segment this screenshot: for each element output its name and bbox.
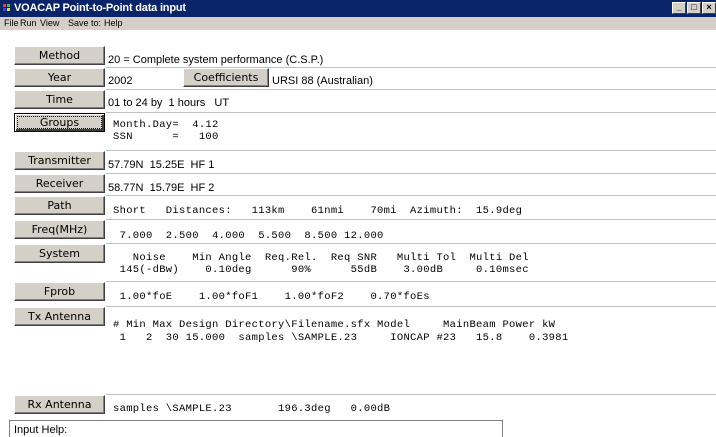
system-button-label: System xyxy=(38,247,81,260)
system-button[interactable]: System xyxy=(14,244,105,263)
transmitter-button[interactable]: Transmitter xyxy=(14,151,105,170)
time-button[interactable]: Time xyxy=(14,90,105,109)
menu-view[interactable]: View xyxy=(40,17,59,30)
tx-antenna-header: # Min Max Design Directory\Filename.sfx … xyxy=(113,319,556,331)
menu-help[interactable]: Help xyxy=(104,17,123,30)
receiver-button[interactable]: Receiver xyxy=(14,174,105,193)
menu-run[interactable]: Run xyxy=(20,17,37,30)
year-button[interactable]: Year xyxy=(14,68,105,87)
tx-antenna-button-label: Tx Antenna xyxy=(28,310,91,323)
close-button[interactable]: × xyxy=(702,2,716,14)
fprob-button-label: Fprob xyxy=(43,285,76,298)
rx-antenna-value: samples \SAMPLE.23 196.3deg 0.00dB xyxy=(113,403,391,415)
year-button-label: Year xyxy=(47,71,72,84)
divider xyxy=(106,219,716,220)
minimize-button[interactable]: _ xyxy=(672,2,686,14)
title-bar: VOACAP Point-to-Point data input _ □ × xyxy=(0,0,716,17)
divider xyxy=(106,394,716,395)
divider xyxy=(106,243,716,244)
close-icon: × xyxy=(706,2,712,12)
menu-file[interactable]: File xyxy=(4,17,19,30)
divider xyxy=(106,150,716,151)
fprob-button[interactable]: Fprob xyxy=(14,282,105,301)
rx-antenna-button[interactable]: Rx Antenna xyxy=(14,395,105,414)
method-button-label: Method xyxy=(38,49,81,62)
tx-antenna-button[interactable]: Tx Antenna xyxy=(14,307,105,326)
divider xyxy=(106,89,716,90)
groups-button-label: Groups xyxy=(39,116,80,129)
year-value: 2002 xyxy=(108,75,133,87)
groups-ssn: SSN = 100 xyxy=(113,131,219,143)
freq-button-label: Freq(MHz) xyxy=(31,223,88,236)
freq-value: 7.000 2.500 4.000 5.500 8.500 12.000 xyxy=(113,230,384,242)
groups-button[interactable]: Groups xyxy=(14,113,105,132)
system-values: 145(-dBw) 0.10deg 90% 55dB 3.00dB 0.10ms… xyxy=(113,264,529,276)
coefficients-button[interactable]: Coefficients xyxy=(183,68,269,87)
divider xyxy=(106,306,716,307)
divider xyxy=(106,281,716,282)
transmitter-value: 57.79N 15.25E HF 1 xyxy=(108,159,215,171)
tx-antenna-row: 1 2 30 15.000 samples \SAMPLE.23 IONCAP … xyxy=(113,332,569,344)
path-button[interactable]: Path xyxy=(14,196,105,215)
system-header: Noise Min Angle Req.Rel. Req SNR Multi T… xyxy=(113,252,529,264)
maximize-icon: □ xyxy=(691,2,697,12)
window-title: VOACAP Point-to-Point data input xyxy=(14,2,186,14)
divider xyxy=(106,195,716,196)
fprob-value: 1.00*foE 1.00*foF1 1.00*foF2 0.70*foEs xyxy=(113,291,430,303)
receiver-value: 58.77N 15.79E HF 2 xyxy=(108,182,215,194)
coefficients-button-label: Coefficients xyxy=(193,71,259,84)
method-value: 20 = Complete system performance (C.S.P.… xyxy=(108,54,324,66)
input-form: Method 20 = Complete system performance … xyxy=(0,30,716,437)
path-value: Short Distances: 113km 61nmi 70mi Azimut… xyxy=(113,205,523,217)
menu-save-to[interactable]: Save to: xyxy=(68,17,101,30)
receiver-button-label: Receiver xyxy=(35,177,84,190)
divider xyxy=(106,112,716,113)
menu-bar: File Run View Save to: Help xyxy=(0,17,716,30)
input-help-label: Input Help: xyxy=(14,424,68,436)
time-value: 01 to 24 by 1 hours UT xyxy=(108,97,230,109)
path-button-label: Path xyxy=(47,199,72,212)
maximize-button[interactable]: □ xyxy=(687,2,701,14)
rx-antenna-button-label: Rx Antenna xyxy=(27,398,92,411)
groups-month-day: Month.Day= 4.12 xyxy=(113,119,219,131)
method-button[interactable]: Method xyxy=(14,46,105,65)
freq-button[interactable]: Freq(MHz) xyxy=(14,220,105,239)
input-help-panel: Input Help: xyxy=(9,420,503,437)
divider xyxy=(106,173,716,174)
minimize-icon: _ xyxy=(676,2,682,12)
app-icon xyxy=(3,4,10,11)
transmitter-button-label: Transmitter xyxy=(28,154,91,167)
time-button-label: Time xyxy=(46,93,73,106)
coefficients-value: URSI 88 (Australian) xyxy=(272,75,373,87)
